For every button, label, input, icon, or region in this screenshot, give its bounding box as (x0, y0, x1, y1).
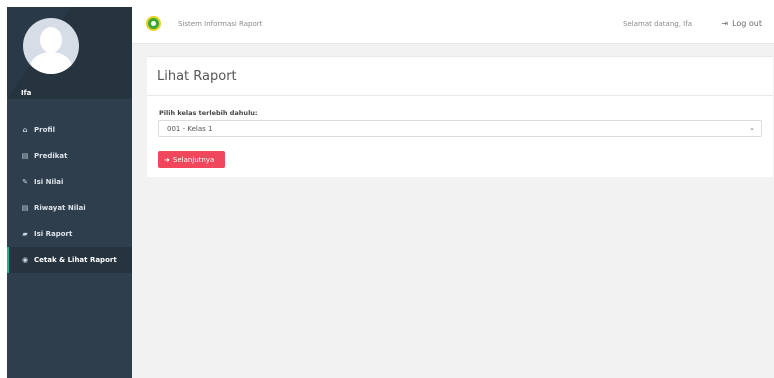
sidebar-item-riwayat-nilai[interactable]: ▤ Riwayat Nilai (7, 195, 132, 221)
profile-header: Ifa (7, 7, 132, 99)
sidebar-menu: ⌂ Profil ▤ Predikat ✎ Isi Nilai ▤ Riwaya… (7, 117, 132, 273)
chevron-down-icon: ⌄ (749, 124, 755, 132)
username: Ifa (21, 89, 32, 97)
avatar-body (30, 52, 72, 74)
sidebar-item-label: Profil (34, 126, 55, 134)
sidebar: Ifa ⌂ Profil ▤ Predikat ✎ Isi Nilai ▤ Ri… (7, 7, 132, 378)
arrow-right-icon: ➜ (164, 155, 170, 164)
logout-icon: ⇥ (721, 19, 729, 28)
avatar-head (40, 27, 62, 53)
pencil-icon: ✎ (22, 178, 28, 186)
class-select-value: 001 - Kelas 1 (167, 124, 213, 133)
welcome-text: Selamat datang, Ifa (623, 20, 692, 28)
class-select-label: Pilih kelas terlebih dahulu: (159, 109, 258, 117)
class-select[interactable]: 001 - Kelas 1 ⌄ (158, 120, 762, 137)
sidebar-item-profil[interactable]: ⌂ Profil (7, 117, 132, 143)
table-icon: ▤ (21, 204, 29, 212)
logout-button[interactable]: ⇥ Log out (721, 19, 762, 28)
school-logo-icon[interactable] (146, 16, 161, 31)
next-button-label: Selanjutnya (172, 155, 215, 164)
book-icon: ▰ (22, 230, 28, 238)
logout-label: Log out (732, 19, 762, 28)
sidebar-item-label: Riwayat Nilai (34, 204, 86, 212)
sidebar-item-cetak-lihat-raport[interactable]: ◉ Cetak & Lihat Raport (7, 247, 132, 273)
lihat-raport-panel: Lihat Raport Pilih kelas terlebih dahulu… (147, 56, 773, 177)
sidebar-item-isi-raport[interactable]: ▰ Isi Raport (7, 221, 132, 247)
sidebar-item-label: Isi Raport (34, 230, 73, 238)
app-frame: Ifa ⌂ Profil ▤ Predikat ✎ Isi Nilai ▤ Ri… (7, 7, 774, 378)
sidebar-item-label: Isi Nilai (34, 178, 64, 186)
eye-icon: ◉ (21, 256, 29, 264)
sidebar-item-isi-nilai[interactable]: ✎ Isi Nilai (7, 169, 132, 195)
avatar (23, 18, 79, 74)
table-icon: ▤ (21, 152, 29, 160)
sidebar-item-predikat[interactable]: ▤ Predikat (7, 143, 132, 169)
page-title: Lihat Raport (157, 69, 237, 84)
top-bar: Sistem Informasi Raport Selamat datang, … (132, 7, 774, 44)
next-button[interactable]: ➜ Selanjutnya (158, 151, 225, 168)
sidebar-item-label: Predikat (34, 152, 68, 160)
sidebar-item-label: Cetak & Lihat Raport (34, 256, 117, 264)
app-title: Sistem Informasi Raport (178, 20, 263, 28)
home-icon: ⌂ (22, 126, 28, 134)
panel-divider (147, 95, 773, 96)
